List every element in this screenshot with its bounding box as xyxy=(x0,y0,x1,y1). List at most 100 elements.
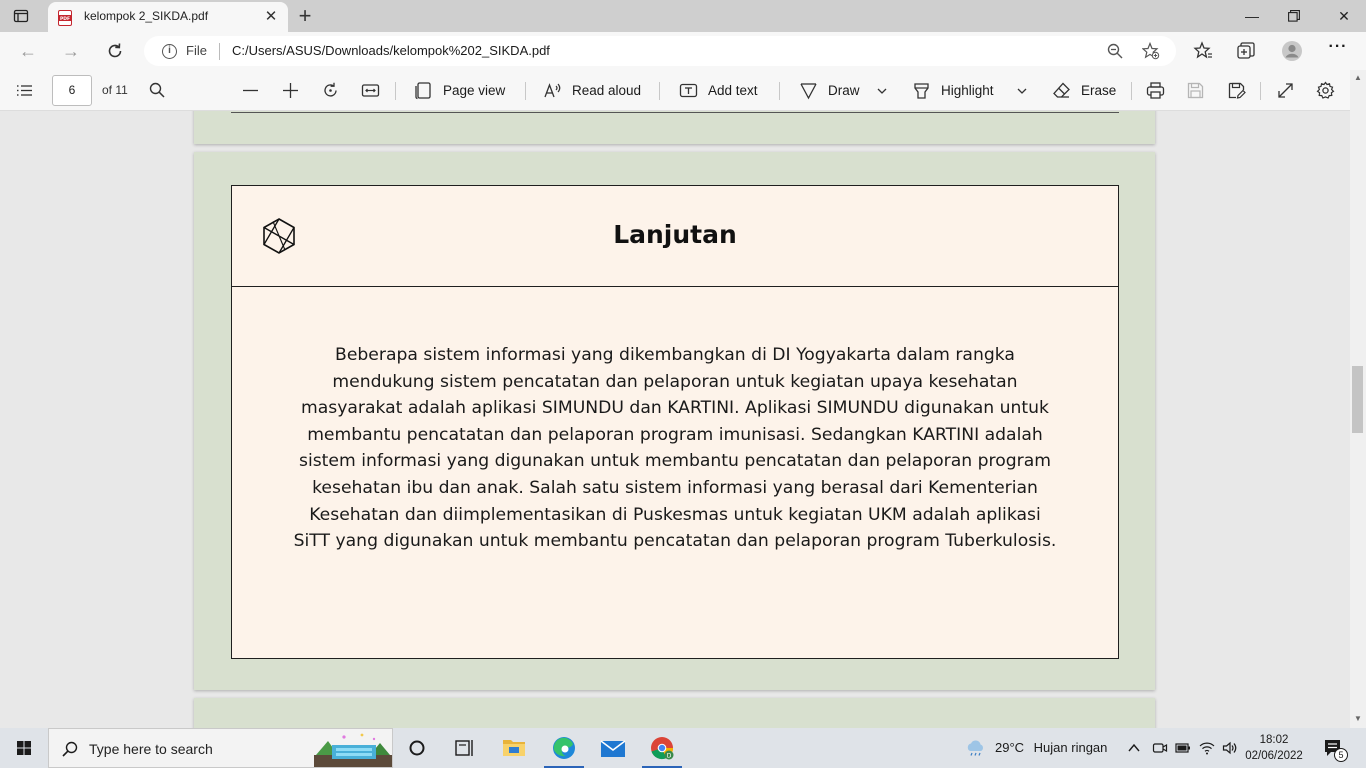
erase-label: Erase xyxy=(1081,83,1117,98)
toolbar-divider xyxy=(659,82,660,100)
read-aloud-icon xyxy=(544,83,561,98)
clock-date: 02/06/2022 xyxy=(1245,750,1303,762)
browser-tab-bar: PDF kelompok 2_SIKDA.pdf ✕ + — ✕ xyxy=(0,0,1366,32)
body-line: Beberapa sistem informasi yang dikembang… xyxy=(335,345,1015,365)
page-view-button[interactable]: Page view xyxy=(414,70,505,111)
collections-icon[interactable] xyxy=(1236,41,1256,61)
tab-actions-icon[interactable] xyxy=(13,8,29,24)
erase-button[interactable]: Erase xyxy=(1052,70,1116,111)
draw-button[interactable]: Draw xyxy=(799,70,860,111)
slide-title: Lanjutan xyxy=(613,220,737,249)
google-chrome-icon[interactable]: D xyxy=(638,728,686,768)
eraser-icon xyxy=(1053,82,1070,98)
tab-title: kelompok 2_SIKDA.pdf xyxy=(84,9,209,23)
wifi-icon[interactable] xyxy=(1199,740,1215,756)
close-window-icon[interactable]: ✕ xyxy=(1334,6,1354,26)
settings-gear-icon[interactable] xyxy=(1316,81,1335,100)
task-view-icon[interactable] xyxy=(440,728,488,768)
windows-taskbar: Type here to search D 29°C Hujan ringan … xyxy=(0,728,1366,768)
add-text-label: Add text xyxy=(708,83,758,98)
url-text: C:/Users/ASUS/Downloads/kelompok%202_SIK… xyxy=(232,43,550,58)
scroll-up-icon[interactable]: ▲ xyxy=(1352,73,1364,83)
weather-rain-icon[interactable] xyxy=(965,740,987,756)
read-aloud-button[interactable]: Read aloud xyxy=(543,70,641,111)
page-view-label: Page view xyxy=(443,83,506,98)
profile-avatar[interactable] xyxy=(1281,40,1303,62)
forward-icon[interactable]: → xyxy=(60,40,82,62)
save-icon[interactable] xyxy=(1186,81,1205,100)
clock-time: 18:02 xyxy=(1259,734,1289,746)
page-number-input[interactable]: 6 xyxy=(52,75,92,106)
address-bar-row: ← → i File C:/Users/ASUS/Downloads/kelom… xyxy=(0,32,1366,70)
mail-icon[interactable] xyxy=(589,728,637,768)
microsoft-edge-icon[interactable] xyxy=(540,728,588,768)
slide-body-text: Beberapa sistem informasi yang dikembang… xyxy=(272,342,1078,555)
highlight-options-chevron-down-icon[interactable] xyxy=(1016,85,1028,97)
restore-icon[interactable] xyxy=(1288,10,1300,22)
weather-widget[interactable]: 29°C Hujan ringan xyxy=(995,740,1107,755)
scheme-label: File xyxy=(186,43,207,58)
windows-start-icon[interactable] xyxy=(0,728,48,768)
table-of-contents-icon[interactable] xyxy=(15,81,34,100)
refresh-icon[interactable] xyxy=(105,41,125,61)
active-tab[interactable]: PDF kelompok 2_SIKDA.pdf ✕ xyxy=(48,2,288,32)
show-hidden-icons-chevron-up-icon[interactable] xyxy=(1127,741,1141,755)
svg-text:D: D xyxy=(667,753,672,760)
battery-icon[interactable] xyxy=(1175,740,1191,756)
pdf-page-next xyxy=(194,698,1155,728)
zoom-in-icon[interactable] xyxy=(281,81,300,100)
body-line: Kesehatan dan diimplementasikan di Puske… xyxy=(309,504,1041,525)
search-placeholder: Type here to search xyxy=(89,741,213,757)
add-favorite-icon[interactable] xyxy=(1142,42,1160,60)
toolbar-divider xyxy=(779,82,780,100)
body-line: kesehatan ibu dan anak. Salah satu siste… xyxy=(312,477,1038,498)
back-icon[interactable]: ← xyxy=(17,40,39,62)
draw-options-chevron-down-icon[interactable] xyxy=(876,85,888,97)
volume-icon[interactable] xyxy=(1222,740,1238,756)
zoom-out-icon[interactable] xyxy=(241,81,260,100)
minimize-icon[interactable]: — xyxy=(1242,6,1262,26)
add-text-icon xyxy=(679,83,698,98)
taskbar-search-input[interactable]: Type here to search xyxy=(48,728,393,768)
toolbar-divider xyxy=(395,82,396,100)
body-line: mendukung sistem pencatatan dan pelapora… xyxy=(332,371,1018,392)
highlighter-icon xyxy=(914,83,929,99)
body-line: SiTT yang digunakan untuk membantu penca… xyxy=(293,531,1057,552)
highlight-button[interactable]: Highlight xyxy=(912,70,994,111)
file-explorer-icon[interactable] xyxy=(490,728,538,768)
read-aloud-label: Read aloud xyxy=(572,83,642,98)
toolbar-divider xyxy=(1260,82,1261,100)
print-icon[interactable] xyxy=(1146,81,1165,100)
scrollbar-thumb[interactable] xyxy=(1352,366,1363,433)
page-rule xyxy=(231,112,1119,113)
new-tab-icon[interactable]: + xyxy=(296,5,314,27)
add-text-button[interactable]: Add text xyxy=(679,70,758,111)
slide-card: Lanjutan Beberapa sistem informasi yang … xyxy=(231,185,1119,659)
notification-count-badge: 5 xyxy=(1334,748,1348,762)
close-tab-icon[interactable]: ✕ xyxy=(263,9,279,25)
weather-temperature: 29°C xyxy=(995,740,1025,755)
body-line: membantu pencatatan dan pelaporan progra… xyxy=(307,424,1043,445)
taskbar-clock[interactable]: 18:02 02/06/2022 xyxy=(1238,732,1310,764)
weather-description: Hujan ringan xyxy=(1033,740,1108,755)
draw-label: Draw xyxy=(828,83,860,98)
fullscreen-icon[interactable] xyxy=(1276,81,1295,100)
toolbar-divider xyxy=(525,82,526,100)
pdf-toolbar: 6 of 11 Page view Read aloud Add text Dr… xyxy=(0,70,1366,111)
scroll-down-icon[interactable]: ▼ xyxy=(1352,714,1364,724)
more-menu-icon[interactable]: ··· xyxy=(1328,38,1348,58)
pdf-file-icon: PDF xyxy=(58,10,72,26)
save-as-icon[interactable] xyxy=(1227,81,1246,100)
highlight-label: Highlight xyxy=(941,83,994,98)
meet-now-icon[interactable] xyxy=(1152,740,1168,756)
rotate-icon[interactable] xyxy=(321,81,340,100)
favorites-icon[interactable] xyxy=(1193,41,1213,61)
site-info-icon[interactable]: i xyxy=(162,44,177,59)
address-separator xyxy=(219,43,220,60)
address-input[interactable]: i File C:/Users/ASUS/Downloads/kelompok%… xyxy=(144,36,1176,66)
search-icon[interactable] xyxy=(148,81,167,100)
fit-to-width-icon[interactable] xyxy=(361,81,380,100)
cortana-icon[interactable] xyxy=(393,728,441,768)
body-line: masyarakat adalah aplikasi SIMUNDU dan K… xyxy=(300,398,1050,419)
zoom-icon[interactable] xyxy=(1106,42,1124,60)
